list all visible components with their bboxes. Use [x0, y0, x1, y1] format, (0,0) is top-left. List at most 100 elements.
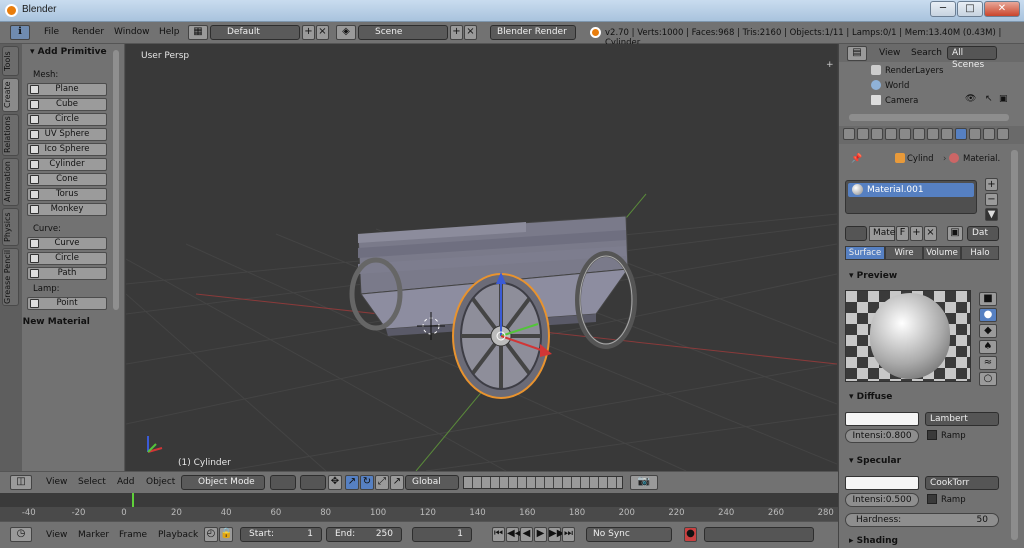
preview-monkey-icon[interactable]: ♠ [979, 340, 997, 354]
editor-type-3dview-icon[interactable]: ◫ [10, 475, 32, 490]
timeline-area[interactable]: -40 -20 0 20 40 60 80 100 120 140 160 180 200 220 240 2… [0, 493, 838, 521]
sync-mode-select[interactable]: No Sync [586, 527, 672, 542]
timeline-menu-frame[interactable]: Frame [119, 530, 147, 540]
add-layout-button[interactable]: + [302, 25, 315, 40]
outliner-menu-view[interactable]: View [879, 48, 900, 58]
tab-grease-pencil[interactable]: Grease Pencil [2, 248, 19, 306]
new-material-header[interactable]: ▾ New Material [15, 317, 90, 327]
tab-tools[interactable]: Tools [2, 46, 19, 76]
add-mesh-uv-sphere-button[interactable]: UV Sphere [27, 128, 107, 141]
add-mesh-monkey-button[interactable]: Monkey [27, 203, 107, 216]
node-tree-icon[interactable]: ▣ [947, 226, 963, 241]
pin-icon[interactable]: 📌 [851, 154, 862, 164]
timeline-menu-view[interactable]: View [46, 530, 67, 540]
add-curve-curve-button[interactable]: Curve [27, 237, 107, 250]
properties-tab-scene-icon[interactable] [871, 128, 883, 140]
keying-set-field[interactable] [704, 527, 814, 542]
outliner-scrollbar[interactable] [849, 114, 1009, 121]
add-lamp-point-button[interactable]: Point [27, 297, 107, 310]
editor-type-info-icon[interactable]: ℹ [10, 25, 30, 40]
renderable-camera-icon[interactable]: ▣ [999, 94, 1008, 104]
visibility-eye-icon[interactable]: 👁 [965, 94, 976, 104]
properties-tab-particles-icon[interactable] [983, 128, 995, 140]
jump-keyframe-back-icon[interactable]: ◀◀ [506, 527, 522, 542]
screen-layout-icon[interactable]: ▦ [188, 25, 208, 40]
shading-mode-icon[interactable] [270, 475, 296, 490]
mode-select[interactable]: Object Mode [181, 475, 265, 490]
outliner-item-renderlayers[interactable]: RenderLayers [885, 66, 943, 76]
add-slot-button[interactable]: + [985, 178, 998, 191]
add-curve-path-button[interactable]: Path [27, 267, 107, 280]
properties-tab-render-layers-icon[interactable] [857, 128, 869, 140]
hardness-slider[interactable]: Hardness: 50 [845, 513, 999, 527]
specular-panel-header[interactable]: ▾ Specular [849, 456, 901, 466]
transform-orientation-select[interactable]: Global [405, 475, 459, 490]
diffuse-shader-select[interactable]: Lambert [925, 412, 999, 426]
end-frame-field[interactable]: End: 250 [326, 527, 402, 542]
menu-window[interactable]: Window [114, 27, 150, 37]
shading-panel-header[interactable]: ▸ Shading [849, 536, 898, 546]
jump-end-icon[interactable]: ⏭ [562, 527, 575, 542]
tab-volume[interactable]: Volume [923, 246, 961, 260]
tab-physics[interactable]: Physics [2, 208, 19, 246]
add-mesh-circle-button[interactable]: Circle [27, 113, 107, 126]
timeline-menu-playback[interactable]: Playback [158, 530, 198, 540]
properties-tab-modifiers-icon[interactable] [927, 128, 939, 140]
viewport-menu-object[interactable]: Object [146, 477, 175, 487]
preview-cube-icon[interactable]: ◆ [979, 324, 997, 338]
close-button[interactable]: ✕ [984, 1, 1020, 17]
viewport-menu-add[interactable]: Add [117, 477, 134, 487]
toolshelf-scrollbar[interactable] [113, 50, 119, 310]
scene-icon[interactable]: ◈ [336, 25, 356, 40]
outliner-item-world[interactable]: World [885, 81, 909, 91]
manipulator-toggle-icon[interactable]: ✥ [328, 475, 342, 490]
timeline-menu-marker[interactable]: Marker [78, 530, 109, 540]
preview-range-icon[interactable]: ◴ [204, 527, 218, 542]
tab-halo[interactable]: Halo [961, 246, 999, 260]
link-select[interactable]: Dat [967, 226, 999, 241]
delete-layout-button[interactable]: × [316, 25, 329, 40]
properties-tab-physics-icon[interactable] [997, 128, 1009, 140]
fake-user-button[interactable]: F [896, 226, 909, 241]
specular-intensity-slider[interactable]: Intensi:0.500 [845, 493, 919, 507]
properties-tab-object-icon[interactable] [899, 128, 911, 140]
preview-panel-header[interactable]: ▾ Preview [849, 271, 897, 281]
material-datablock-name[interactable]: Mate [869, 226, 895, 241]
jump-keyframe-forward-icon[interactable]: ▶▶ [548, 527, 564, 542]
tab-wire[interactable]: Wire [885, 246, 923, 260]
properties-tab-constraints-icon[interactable] [913, 128, 925, 140]
properties-tab-texture-icon[interactable] [969, 128, 981, 140]
record-icon[interactable]: ● [684, 527, 697, 542]
diffuse-panel-header[interactable]: ▾ Diffuse [849, 392, 892, 402]
scale-manipulator-icon[interactable]: ⤢ [375, 475, 389, 490]
new-material-button[interactable]: + [910, 226, 923, 241]
editor-type-timeline-icon[interactable]: ◷ [10, 527, 32, 542]
properties-tab-data-icon[interactable] [941, 128, 953, 140]
preview-flat-icon[interactable]: ■ [979, 292, 997, 306]
layer-buttons[interactable] [463, 476, 623, 489]
minimize-button[interactable]: ─ [930, 1, 956, 17]
delete-scene-button[interactable]: × [464, 25, 477, 40]
outliner-filter-select[interactable]: All Scenes [947, 46, 997, 70]
remove-slot-button[interactable]: − [985, 193, 998, 206]
diffuse-ramp-checkbox[interactable] [927, 430, 937, 440]
properties-tab-world-icon[interactable] [885, 128, 897, 140]
specular-color-swatch[interactable] [845, 476, 919, 490]
specular-shader-select[interactable]: CookTorr [925, 476, 999, 490]
add-primitive-header[interactable]: ▾ Add Primitive [30, 47, 107, 57]
add-curve-circle-button[interactable]: Circle [27, 252, 107, 265]
current-frame-field[interactable]: 1 [412, 527, 472, 542]
add-mesh-plane-button[interactable]: Plane [27, 83, 107, 96]
outliner-menu-search[interactable]: Search [911, 48, 942, 58]
maximize-button[interactable]: □ [957, 1, 983, 17]
manipulator-extra-icon[interactable]: ↗ [390, 475, 404, 490]
screen-layout-field[interactable]: Default [210, 25, 300, 40]
add-mesh-cylinder-button[interactable]: Cylinder [27, 158, 107, 171]
add-mesh-ico-sphere-button[interactable]: Ico Sphere [27, 143, 107, 156]
preview-hair-icon[interactable]: ≈ [979, 356, 997, 370]
material-browse-icon[interactable] [845, 226, 867, 241]
preview-sky-icon[interactable]: ○ [979, 372, 997, 386]
rotate-manipulator-icon[interactable]: ↻ [360, 475, 374, 490]
outliner-editor-icon[interactable]: ▤ [847, 46, 867, 61]
jump-start-icon[interactable]: ⏮ [492, 527, 505, 542]
